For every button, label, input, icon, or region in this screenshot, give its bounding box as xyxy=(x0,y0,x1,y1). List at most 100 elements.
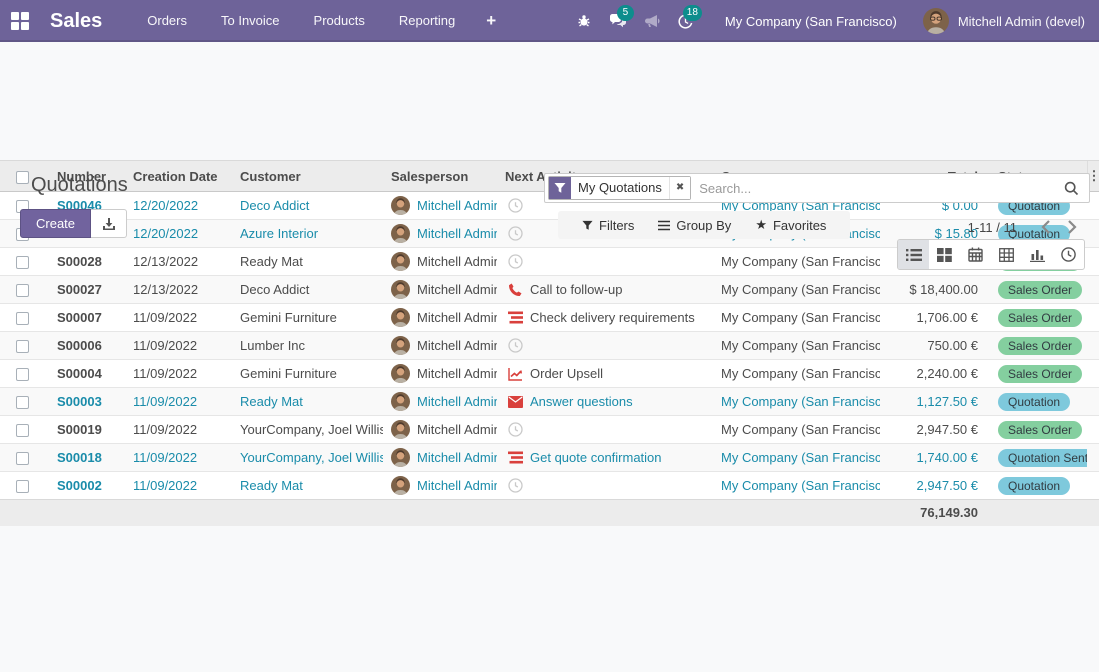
row-customer[interactable]: YourCompany, Joel Willis xyxy=(232,416,383,444)
nav-item-to-invoice[interactable]: To Invoice xyxy=(204,0,297,42)
row-salesperson[interactable]: Mitchell Admin xyxy=(417,478,497,493)
row-company[interactable]: My Company (San Francisco) xyxy=(713,360,880,388)
row-total[interactable]: 1,706.00 € xyxy=(880,304,990,332)
list-view-button[interactable] xyxy=(898,240,929,269)
activity-label[interactable]: Check delivery requirements xyxy=(530,310,695,325)
row-company[interactable]: My Company (San Francisco) xyxy=(713,416,880,444)
row-customer[interactable]: Lumber Inc xyxy=(232,332,383,360)
table-row[interactable]: S00006 11/09/2022 Lumber Inc Mitchell Ad… xyxy=(0,332,1099,360)
row-number[interactable]: S00004 xyxy=(44,360,125,388)
select-all-checkbox[interactable] xyxy=(16,171,29,184)
row-checkbox[interactable] xyxy=(16,284,29,297)
row-salesperson[interactable]: Mitchell Admin xyxy=(417,198,497,213)
row-salesperson[interactable]: Mitchell Admin xyxy=(417,366,497,381)
row-salesperson[interactable]: Mitchell Admin xyxy=(417,226,497,241)
activity-icon[interactable] xyxy=(505,254,525,269)
row-total[interactable]: 1,740.00 € xyxy=(880,444,990,472)
app-brand[interactable]: Sales xyxy=(50,10,102,33)
next-page-icon[interactable] xyxy=(1059,215,1085,239)
company-switcher[interactable]: My Company (San Francisco) xyxy=(725,14,897,29)
row-checkbox[interactable] xyxy=(16,340,29,353)
activity-icon[interactable] xyxy=(505,198,525,213)
activity-icon[interactable] xyxy=(505,451,525,464)
table-row[interactable]: S00002 11/09/2022 Ready Mat Mitchell Adm… xyxy=(0,472,1099,500)
activities-button[interactable]: 18 xyxy=(669,0,703,42)
nav-item-products[interactable]: Products xyxy=(297,0,382,42)
row-salesperson[interactable]: Mitchell Admin xyxy=(417,338,497,353)
remove-facet-icon[interactable]: ✖ xyxy=(669,177,690,199)
row-company[interactable]: My Company (San Francisco) xyxy=(713,388,880,416)
row-creation-date[interactable]: 11/09/2022 xyxy=(125,416,232,444)
header-salesperson[interactable]: Salesperson xyxy=(383,161,497,192)
table-row[interactable]: S00018 11/09/2022 YourCompany, Joel Will… xyxy=(0,444,1099,472)
graph-view-button[interactable] xyxy=(1022,240,1053,269)
row-checkbox[interactable] xyxy=(16,396,29,409)
row-company[interactable]: My Company (San Francisco) xyxy=(713,304,880,332)
row-company[interactable]: My Company (San Francisco) xyxy=(713,332,880,360)
row-company[interactable]: My Company (San Francisco) xyxy=(713,444,880,472)
table-row[interactable]: S00004 11/09/2022 Gemini Furniture Mitch… xyxy=(0,360,1099,388)
user-menu[interactable]: Mitchell Admin (devel) xyxy=(923,8,1085,34)
row-checkbox[interactable] xyxy=(16,312,29,325)
activity-label[interactable]: Call to follow-up xyxy=(530,282,623,297)
row-salesperson[interactable]: Mitchell Admin xyxy=(417,282,497,297)
activity-label[interactable]: Answer questions xyxy=(530,394,633,409)
row-creation-date[interactable]: 11/09/2022 xyxy=(125,444,232,472)
table-row[interactable]: S00019 11/09/2022 YourCompany, Joel Will… xyxy=(0,416,1099,444)
row-salesperson[interactable]: Mitchell Admin xyxy=(417,310,497,325)
pivot-view-button[interactable] xyxy=(991,240,1022,269)
row-number[interactable]: S00019 xyxy=(44,416,125,444)
activity-label[interactable]: Get quote confirmation xyxy=(530,450,662,465)
nav-item-orders[interactable]: Orders xyxy=(130,0,204,42)
row-customer[interactable]: Deco Addict xyxy=(232,192,383,220)
row-creation-date[interactable]: 11/09/2022 xyxy=(125,472,232,500)
row-creation-date[interactable]: 12/20/2022 xyxy=(125,192,232,220)
create-button[interactable]: Create xyxy=(20,209,91,238)
row-creation-date[interactable]: 11/09/2022 xyxy=(125,304,232,332)
kanban-view-button[interactable] xyxy=(929,240,960,269)
row-salesperson[interactable]: Mitchell Admin xyxy=(417,254,497,269)
row-customer[interactable]: Gemini Furniture xyxy=(232,360,383,388)
row-customer[interactable]: YourCompany, Joel Willis xyxy=(232,444,383,472)
activity-icon[interactable] xyxy=(505,226,525,241)
row-number[interactable]: S00007 xyxy=(44,304,125,332)
row-total[interactable]: 750.00 € xyxy=(880,332,990,360)
row-customer[interactable]: Azure Interior xyxy=(232,220,383,248)
row-number[interactable]: S00028 xyxy=(44,248,125,276)
row-customer[interactable]: Ready Mat xyxy=(232,248,383,276)
activity-icon[interactable] xyxy=(505,422,525,437)
header-creation-date[interactable]: Creation Date xyxy=(125,161,232,192)
activity-view-button[interactable] xyxy=(1053,240,1084,269)
activity-icon[interactable] xyxy=(505,396,525,408)
nav-item-reporting[interactable]: Reporting xyxy=(382,0,472,42)
row-customer[interactable]: Ready Mat xyxy=(232,388,383,416)
row-total[interactable]: 2,947.50 € xyxy=(880,472,990,500)
export-button[interactable] xyxy=(91,209,127,238)
row-checkbox[interactable] xyxy=(16,452,29,465)
prev-page-icon[interactable] xyxy=(1033,215,1059,239)
row-creation-date[interactable]: 11/09/2022 xyxy=(125,332,232,360)
row-customer[interactable]: Gemini Furniture xyxy=(232,304,383,332)
row-checkbox[interactable] xyxy=(16,368,29,381)
row-creation-date[interactable]: 12/13/2022 xyxy=(125,276,232,304)
activity-label[interactable]: Order Upsell xyxy=(530,366,603,381)
row-checkbox[interactable] xyxy=(16,256,29,269)
messages-button[interactable]: 5 xyxy=(601,0,635,42)
row-number[interactable]: S00003 xyxy=(44,388,125,416)
row-checkbox[interactable] xyxy=(16,480,29,493)
calendar-view-button[interactable] xyxy=(960,240,991,269)
row-total[interactable]: 2,240.00 € xyxy=(880,360,990,388)
search-icon[interactable] xyxy=(1054,181,1089,196)
row-creation-date[interactable]: 12/13/2022 xyxy=(125,248,232,276)
row-total[interactable]: 2,947.50 € xyxy=(880,416,990,444)
table-row[interactable]: S00003 11/09/2022 Ready Mat Mitchell Adm… xyxy=(0,388,1099,416)
row-company[interactable]: My Company (San Francisco) xyxy=(713,472,880,500)
row-total[interactable]: $ 18,400.00 xyxy=(880,276,990,304)
row-creation-date[interactable]: 11/09/2022 xyxy=(125,360,232,388)
row-salesperson[interactable]: Mitchell Admin xyxy=(417,394,497,409)
group-by-button[interactable]: Group By xyxy=(658,218,731,233)
activity-icon[interactable] xyxy=(505,311,525,324)
activity-icon[interactable] xyxy=(505,478,525,493)
announcements-button[interactable] xyxy=(635,0,669,42)
row-salesperson[interactable]: Mitchell Admin xyxy=(417,450,497,465)
